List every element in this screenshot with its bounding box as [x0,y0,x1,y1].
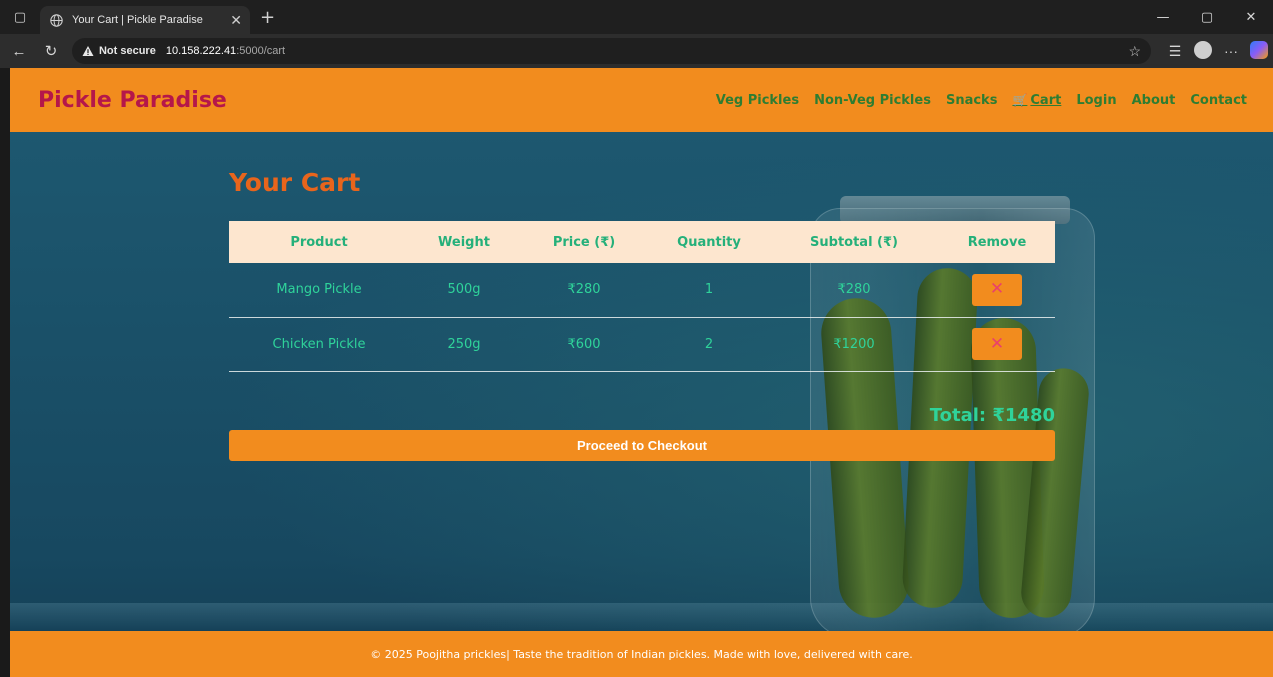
cell-remove: ✕ [939,317,1055,371]
security-indicator[interactable]: Not secure [82,45,156,57]
profile-button[interactable] [1189,40,1217,62]
close-tab-icon[interactable]: ✕ [224,12,242,29]
cell-product: Mango Pickle [276,282,362,298]
cart-table: Product Weight Price (₹) Quantity Subtot… [229,221,1055,372]
column-header-weight: Weight [438,234,490,250]
minimize-icon[interactable]: — [1141,10,1185,25]
restore-icon[interactable]: ▢ [1185,10,1229,25]
window-close-icon[interactable]: ✕ [1229,10,1273,25]
site-header: Pickle Paradise Veg Pickles Non-Veg Pick… [10,68,1273,132]
browser-tab[interactable]: Your Cart | Pickle Paradise ✕ [40,6,250,34]
globe-icon [48,12,64,28]
main-nav: Veg Pickles Non-Veg Pickles Snacks 🛒 Cart… [701,93,1247,108]
favorites-icon[interactable]: ☰ [1161,43,1189,60]
browser-toolbar-right: ☰ ··· [1161,40,1273,62]
tab-actions-icon[interactable]: ▢ [8,5,32,29]
page-title: Your Cart [229,168,361,197]
column-header-remove: Remove [967,234,1027,250]
back-icon[interactable]: ← [6,43,32,60]
site-logo[interactable]: Pickle Paradise [38,88,227,113]
x-icon: ✕ [989,279,1005,300]
cell-subtotal: ₹1200 [833,336,875,352]
cell-quantity: 1 [704,282,714,298]
nav-veg-pickles[interactable]: Veg Pickles [716,93,799,108]
cell-product: Chicken Pickle [272,336,366,352]
cell-weight: 250g [447,336,481,352]
nav-login[interactable]: Login [1076,93,1116,108]
checkout-button[interactable]: Proceed to Checkout [229,430,1055,461]
cell-quantity: 2 [704,336,714,352]
remove-item-button[interactable]: ✕ [972,328,1022,360]
browser-address-bar: ← ↻ Not secure 10.158.222.41:5000/cart ☆… [0,34,1273,68]
more-options-icon[interactable]: ··· [1217,43,1245,59]
window-controls: — ▢ ✕ [1141,10,1273,25]
page-viewport: Pickle Paradise Veg Pickles Non-Veg Pick… [10,68,1273,677]
nav-about[interactable]: About [1132,93,1176,108]
not-secure-label: Not secure [98,45,156,57]
nav-cart[interactable]: 🛒 Cart [1012,93,1061,108]
avatar [1194,40,1213,59]
table-header-row: Product Weight Price (₹) Quantity Subtot… [229,221,1055,263]
favorite-star-icon[interactable]: ☆ [1128,43,1141,60]
nav-contact[interactable]: Contact [1190,93,1247,108]
cart-icon: 🛒 [1012,92,1028,107]
browser-tab-bar: ▢ Your Cart | Pickle Paradise ✕ + — ▢ ✕ [0,0,1273,34]
column-header-subtotal: Subtotal (₹) [810,234,898,250]
cell-price: ₹600 [567,336,601,352]
copilot-button[interactable] [1245,40,1273,62]
column-header-product: Product [290,234,348,250]
refresh-icon[interactable]: ↻ [38,42,64,60]
footer-text: © 2025 Poojitha prickles| Taste the trad… [370,647,913,661]
nav-cart-label: Cart [1030,92,1062,108]
nav-non-veg-pickles[interactable]: Non-Veg Pickles [814,93,931,108]
column-header-price: Price (₹) [552,234,616,250]
tab-title: Your Cart | Pickle Paradise [72,14,203,26]
cell-subtotal: ₹280 [837,282,871,298]
column-header-quantity: Quantity [677,234,741,250]
remove-item-button[interactable]: ✕ [972,273,1022,306]
table-row: Chicken Pickle 250g ₹600 2 ₹1200 ✕ [229,317,1055,371]
x-icon: ✕ [989,333,1005,354]
nav-snacks[interactable]: Snacks [946,93,997,108]
cell-weight: 500g [447,282,481,298]
site-footer: © 2025 Poojitha prickles| Taste the trad… [10,631,1273,677]
new-tab-icon[interactable]: + [260,7,275,28]
url-field[interactable]: Not secure 10.158.222.41:5000/cart ☆ [71,38,1152,64]
cart-total: Total: ₹1480 [929,405,1055,426]
copilot-icon [1250,40,1269,59]
table-row: Mango Pickle 500g ₹280 1 ₹280 ✕ [229,263,1055,317]
url-path: :5000/cart [236,45,286,57]
cell-price: ₹280 [567,282,601,298]
cell-remove: ✕ [939,263,1055,317]
url-host: 10.158.222.41 [165,45,237,57]
warning-icon [82,46,94,56]
